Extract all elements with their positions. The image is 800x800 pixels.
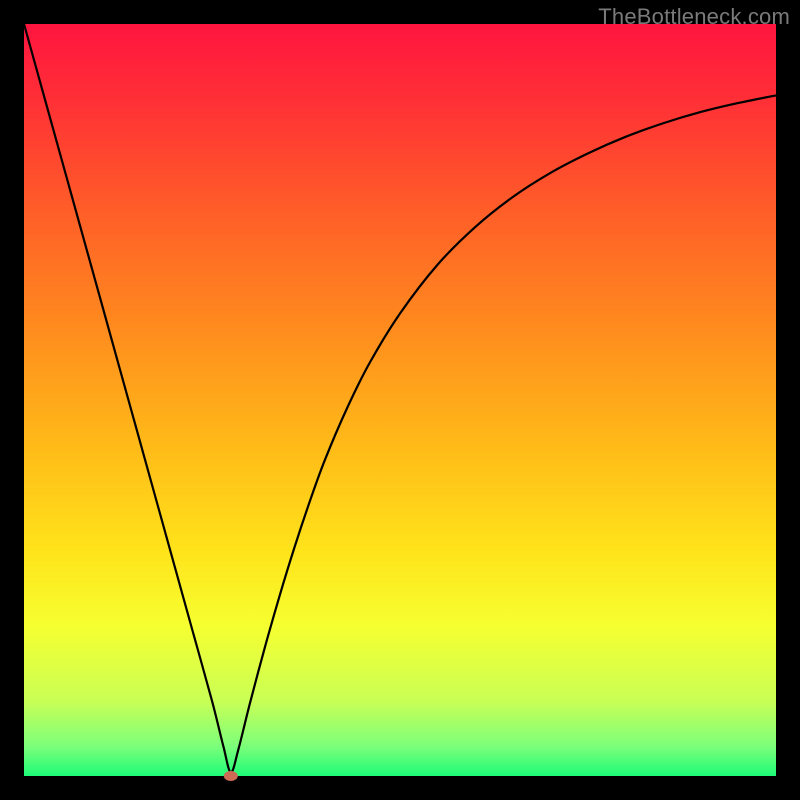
watermark-text: TheBottleneck.com — [598, 4, 790, 30]
plot-area — [24, 24, 776, 776]
chart-container: { "watermark": "TheBottleneck.com", "cha… — [0, 0, 800, 800]
minimum-marker — [224, 771, 238, 781]
bottleneck-chart — [0, 0, 800, 800]
